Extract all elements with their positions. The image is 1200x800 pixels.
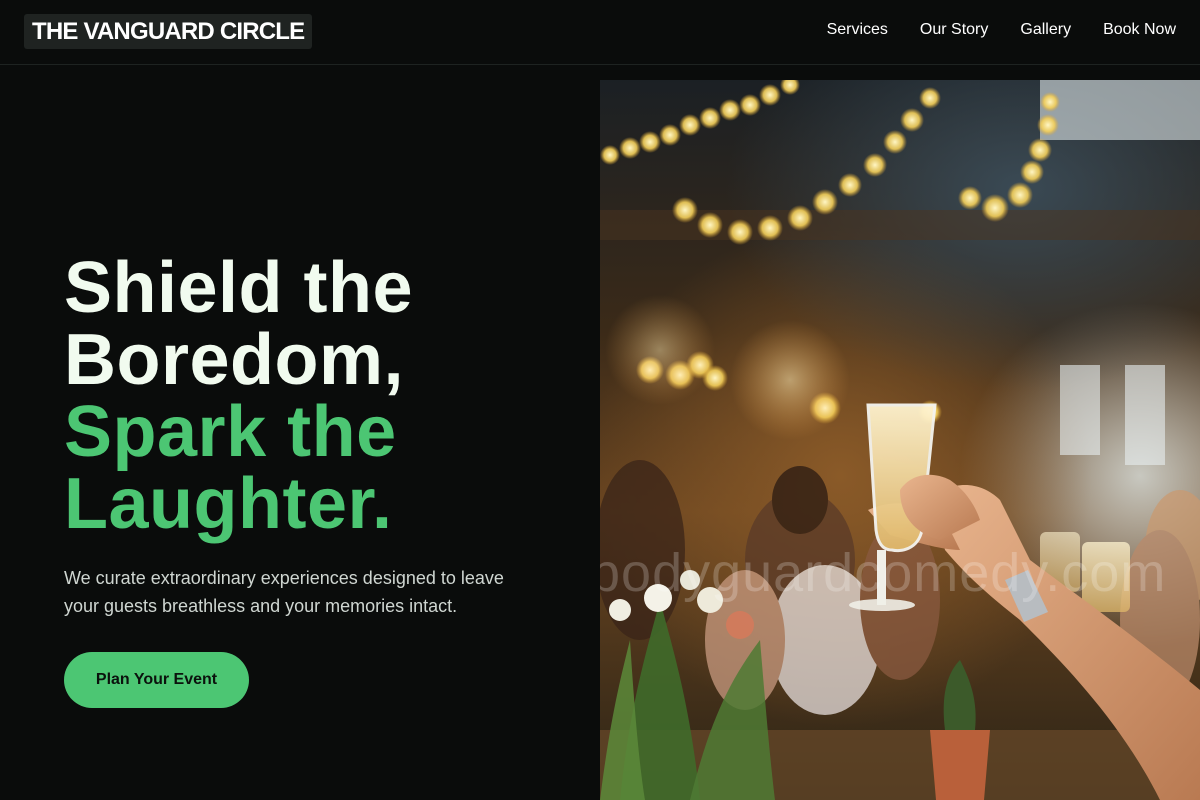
nav-item-our-story[interactable]: Our Story: [920, 20, 988, 40]
hero-subtitle: We curate extraordinary experiences desi…: [64, 568, 504, 616]
hero-title-line-3: Spark the: [64, 392, 397, 472]
party-scene-illustration: [600, 80, 1200, 800]
site-header: THE VANGUARD CIRCLE Services Our Story G…: [0, 0, 1200, 65]
main-nav: Services Our Story Gallery Book Now: [827, 20, 1176, 40]
nav-item-book-now[interactable]: Book Now: [1103, 20, 1176, 40]
nav-item-services[interactable]: Services: [827, 20, 888, 40]
hero-title-line-2: Boredom,: [64, 320, 405, 400]
hero-title-line-4: Laughter.: [64, 464, 393, 544]
image-watermark: bodyguardcomedy.com: [600, 543, 1167, 603]
hero-title: Shield the Boredom, Spark the Laughter.: [64, 252, 584, 540]
hero-title-line-1: Shield the: [64, 248, 414, 328]
nav-item-gallery[interactable]: Gallery: [1020, 20, 1071, 40]
hero-event-photo: bodyguardcomedy.com: [600, 80, 1200, 800]
plan-event-button[interactable]: Plan Your Event: [64, 652, 249, 708]
brand-logo[interactable]: THE VANGUARD CIRCLE: [24, 14, 313, 49]
